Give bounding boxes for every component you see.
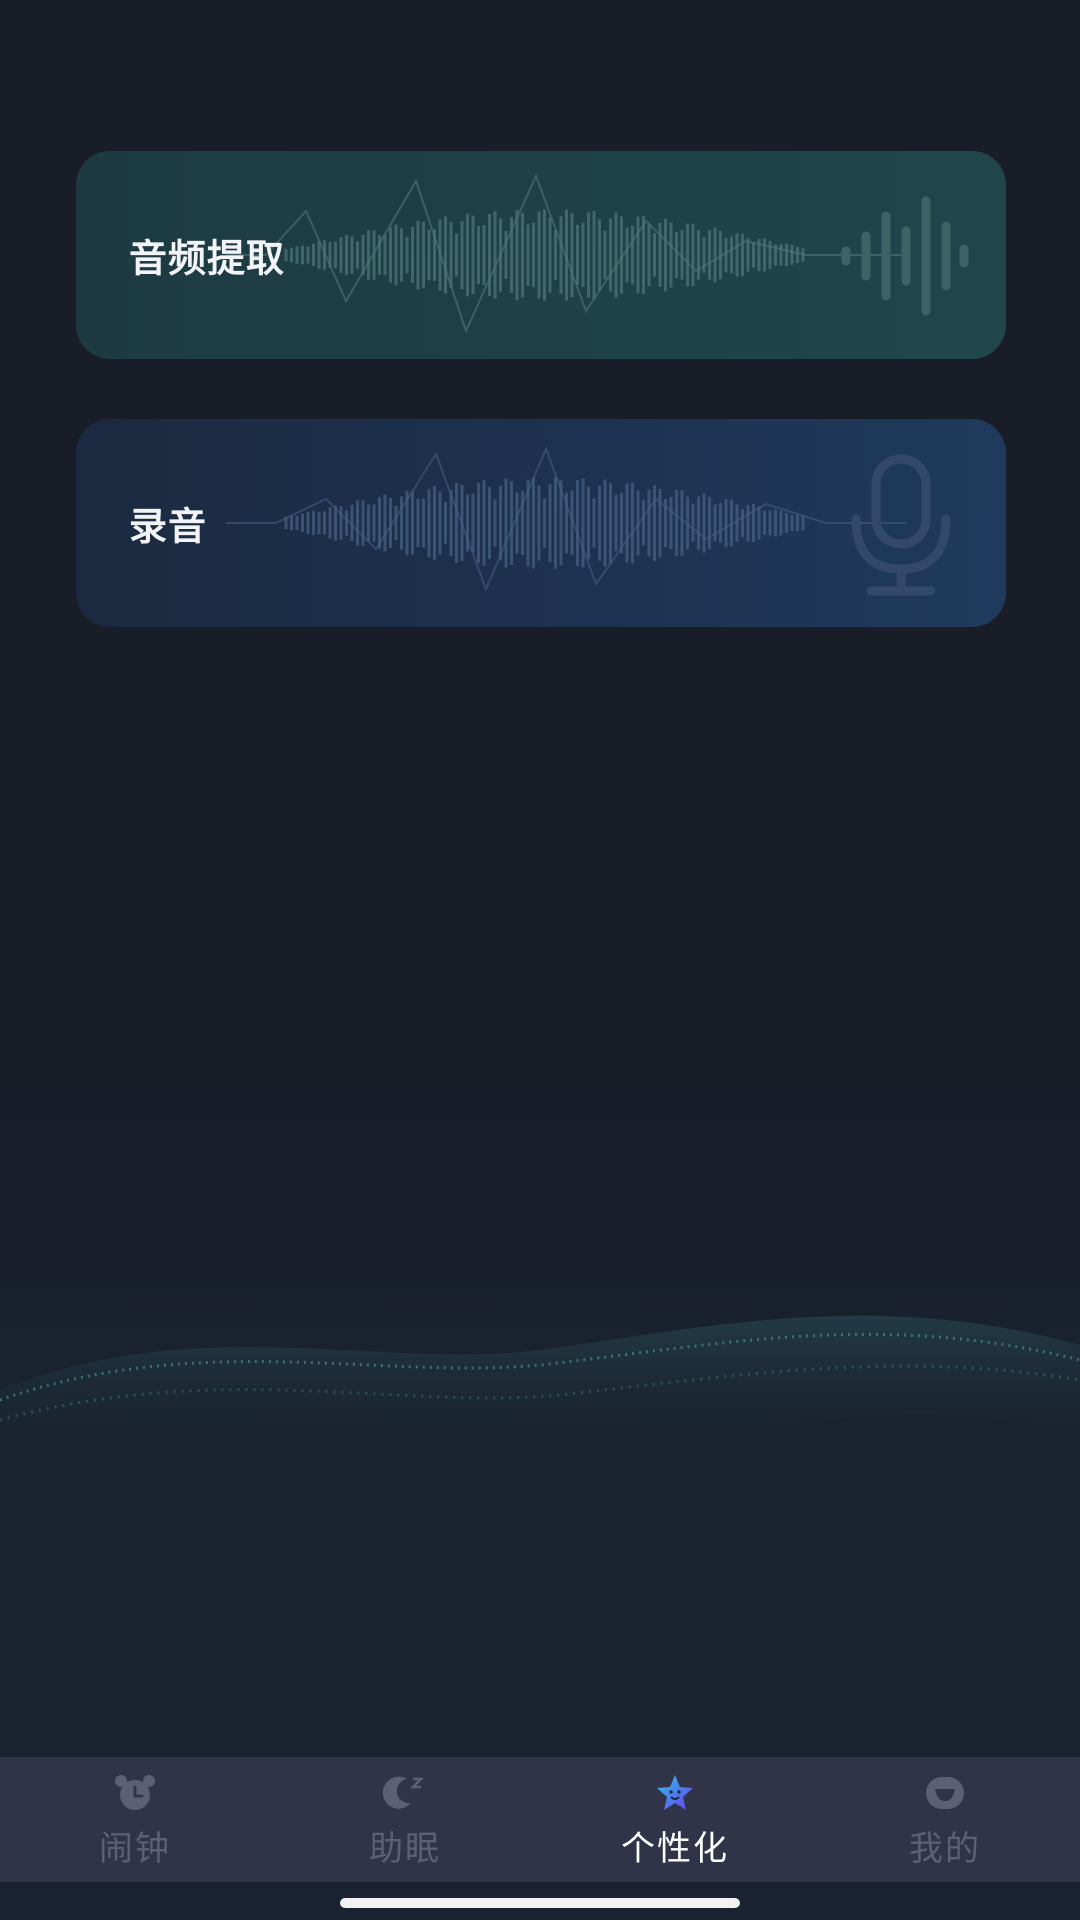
audio-extract-card[interactable]: 音频提取 bbox=[76, 151, 1006, 359]
tab-mine-label: 我的 bbox=[909, 1829, 981, 1869]
card-waveform-decoration bbox=[226, 446, 906, 592]
tab-sleep-label: 助眠 bbox=[369, 1829, 441, 1869]
microphone-icon bbox=[851, 454, 951, 596]
tab-personalize[interactable]: 个性化 bbox=[540, 1757, 810, 1882]
waveform-icon bbox=[841, 196, 969, 316]
star-face-icon bbox=[657, 1775, 693, 1810]
background-wave-decoration bbox=[0, 1315, 1080, 1452]
tab-mine[interactable]: 我的 bbox=[810, 1757, 1080, 1882]
record-card[interactable]: 录音 bbox=[76, 419, 1006, 627]
tab-alarm[interactable]: 闹钟 bbox=[0, 1757, 270, 1882]
bottom-tab-bar: 闹钟 助眠 个性化 我的 bbox=[0, 1757, 1080, 1882]
app-screen: 音频提取 录音 闹钟 助眠 个性化 我的 bbox=[0, 0, 1080, 1920]
card-waveform-decoration bbox=[226, 173, 906, 334]
tab-personalize-label: 个性化 bbox=[621, 1829, 729, 1869]
record-label: 录音 bbox=[129, 504, 208, 549]
smile-icon bbox=[926, 1777, 964, 1809]
audio-extract-label: 音频提取 bbox=[129, 236, 286, 281]
alarm-clock-icon bbox=[115, 1775, 155, 1810]
tab-sleep[interactable]: 助眠 bbox=[270, 1757, 540, 1882]
tab-alarm-label: 闹钟 bbox=[99, 1829, 171, 1869]
home-indicator[interactable] bbox=[340, 1898, 740, 1908]
moon-sleep-icon bbox=[383, 1776, 425, 1809]
